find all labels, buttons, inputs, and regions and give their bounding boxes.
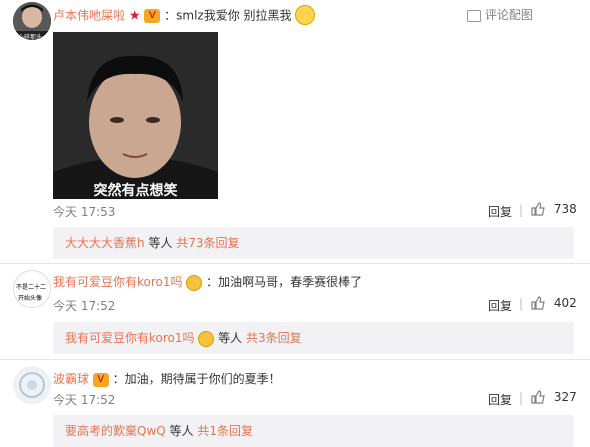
comment-text: ：加油，期待属于你们的夏季！ [112,372,281,386]
comment-time: 今天 17:52 [53,393,116,407]
divider [0,263,590,264]
like-button[interactable]: 738 [530,201,577,217]
replies-summary: 大大大大香蕉h 等人 共73条回复 [53,227,574,259]
reply-username[interactable]: 我有可爱豆你有koro1吗 [65,331,195,345]
vip-badge-icon: V [92,372,109,387]
vip-badge-icon: V [144,9,161,23]
angry-face-emoji-icon [295,5,316,25]
avatar-text-line-2: 开始头像 [18,295,43,302]
star-badge-icon: ★ [128,8,141,24]
like-button[interactable]: 402 [530,295,577,311]
reply-button[interactable]: 回复 [488,297,512,314]
picture-icon [467,9,481,22]
avatar[interactable]: 心碎那头 [13,2,51,40]
comment-username[interactable]: 波霸球 [53,372,89,386]
reply-button[interactable]: 回复 [488,391,512,408]
reply-username[interactable]: 大大大大香蕉h [65,236,145,250]
replies-summary-text: 等人 [148,236,173,250]
comment-time: 今天 17:52 [53,299,116,313]
meme-face-image [53,32,218,199]
bean-badge-icon [198,330,215,347]
replies-summary: 要高考的歎棄QwQ 等人 共1条回复 [53,415,574,447]
like-count: 327 [553,389,577,404]
like-count: 402 [553,295,577,310]
view-replies-link[interactable]: 共3条回复 [246,331,302,345]
view-replies-link[interactable]: 共73条回复 [176,236,239,250]
comment-username[interactable]: 我有可爱豆你有koro1吗 [53,275,183,289]
bean-badge-icon [186,274,203,291]
comment-username[interactable]: 卢本伟吔屎啦 [53,9,125,23]
reply-button[interactable]: 回复 [488,203,512,220]
like-button[interactable]: 327 [530,389,577,405]
view-replies-link[interactable]: 共1条回复 [197,424,253,438]
avatar[interactable] [13,366,51,404]
comment-image-link[interactable]: 评论配图 [485,8,533,22]
comment-time: 今天 17:53 [53,205,116,219]
thumbs-up-icon [531,202,545,216]
like-count: 738 [553,201,577,216]
comment-image[interactable]: 突然有点想笑 [53,32,218,199]
replies-summary: 我有可爱豆你有koro1吗 等人 共3条回复 [53,322,574,354]
reply-username[interactable]: 要高考的歎棄QwQ [65,424,166,438]
avatar[interactable]: 不是二十二 开始头像 [13,270,51,308]
thumbs-up-icon [531,390,545,404]
avatar-image [13,366,51,404]
replies-summary-text: 等人 [218,331,243,345]
comment-text: ：smlz我爱你 别拉黑我 [164,8,292,23]
avatar-caption: 心碎那头 [18,34,43,40]
comment-text: ：加油啊马哥，春季赛很棒了 [206,275,363,289]
image-caption: 突然有点想笑 [93,183,178,199]
avatar-text-line-1: 不是二十二 [16,284,47,291]
divider [0,359,590,360]
replies-summary-text: 等人 [169,424,194,438]
thumbs-up-icon [531,296,545,310]
